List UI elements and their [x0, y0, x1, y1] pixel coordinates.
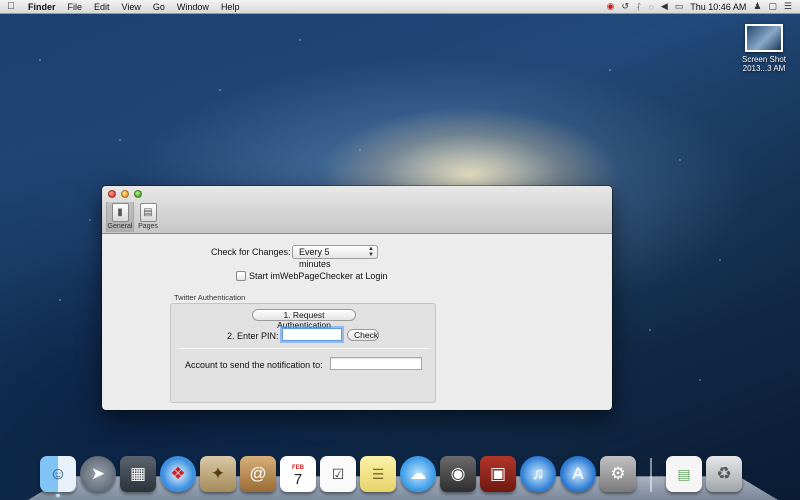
finder-icon[interactable]: ☺	[40, 456, 76, 497]
tab-general[interactable]: ▮ General	[106, 202, 134, 232]
check-interval-select[interactable]: Every 5 minutes ▲ ▼	[292, 245, 378, 269]
user-icon[interactable]: ♟	[753, 1, 761, 12]
select-arrows-icon: ▲ ▼	[368, 246, 374, 258]
apple-icon[interactable]: 	[0, 1, 22, 12]
calendar-day: 7	[293, 471, 303, 488]
dock-separator	[650, 458, 652, 492]
document-icon[interactable]: ▤	[666, 456, 702, 492]
close-button[interactable]	[108, 190, 116, 198]
time-machine-icon[interactable]: ↺	[622, 1, 630, 12]
eye-icon[interactable]: ◉	[607, 1, 615, 12]
safari-icon[interactable]: ❖	[160, 456, 196, 492]
twitter-auth-group: 1. Request Authentication 2. Enter PIN: …	[170, 303, 436, 403]
desktop-file-name-line2: 2013...3 AM	[742, 64, 786, 73]
menu-view[interactable]: View	[116, 0, 147, 14]
facetime-icon[interactable]: ◉	[440, 456, 476, 492]
app-store-icon[interactable]: A	[560, 456, 596, 492]
calendar-icon[interactable]: FEB 7	[280, 456, 316, 492]
running-indicator	[56, 494, 60, 497]
notes-icon[interactable]: ☰	[360, 456, 396, 492]
minimize-button[interactable]	[121, 190, 129, 198]
twitter-group-title: Twitter Authentication	[174, 293, 246, 302]
mail-icon[interactable]: ✦	[200, 456, 236, 492]
check-for-changes-label: Check for Changes:	[211, 247, 291, 257]
menu-help[interactable]: Help	[215, 0, 246, 14]
window-controls	[108, 190, 142, 198]
menu-window[interactable]: Window	[171, 0, 215, 14]
enter-pin-label: 2. Enter PIN:	[227, 331, 279, 341]
bluetooth-icon[interactable]: ᛮ	[636, 2, 641, 12]
zoom-button[interactable]	[134, 190, 142, 198]
battery-icon[interactable]: ▭	[675, 1, 684, 12]
airplay-icon[interactable]: ▢	[768, 1, 777, 12]
window-toolbar: ▮ General ▤ Pages	[102, 186, 612, 234]
page-icon: ▤	[139, 203, 157, 222]
desktop-file-screenshot[interactable]: Screen Shot 2013...3 AM	[735, 24, 793, 73]
check-button[interactable]: Check	[347, 329, 379, 341]
contacts-icon[interactable]: @	[240, 456, 276, 492]
general-pane: Check for Changes: Every 5 minutes ▲ ▼ St…	[102, 234, 612, 410]
account-label: Account to send the notification to:	[185, 360, 323, 370]
clock[interactable]: Thu 10:46 AM	[690, 2, 746, 12]
trash-icon[interactable]: ♻	[706, 456, 742, 492]
system-preferences-icon[interactable]: ⚙	[600, 456, 636, 492]
info-switch-icon: ▮	[111, 203, 129, 222]
group-separator	[179, 348, 429, 349]
start-at-login-checkbox[interactable]	[236, 271, 246, 281]
volume-icon[interactable]: ◀	[661, 1, 668, 12]
desktop-file-name-line1: Screen Shot	[741, 55, 787, 64]
screenshot-thumbnail-icon	[745, 24, 783, 52]
start-at-login-label: Start imWebPageChecker at Login	[249, 271, 388, 281]
menu-edit[interactable]: Edit	[88, 0, 116, 14]
request-authentication-button[interactable]: 1. Request Authentication	[252, 309, 356, 330]
status-area: ◉ ↺ ᛮ ◌ ◀ ▭ Thu 10:46 AM ♟ ▢ ☰	[607, 1, 800, 12]
preferences-tabs: ▮ General ▤ Pages	[106, 202, 162, 232]
account-field[interactable]	[330, 357, 422, 370]
dock: ☺ ➤ ▦ ❖ ✦ @ FEB 7 ☑ ☰ ☁ ◉ ▣ ♫ A ⚙ ▤ ♻	[40, 450, 770, 497]
menu-app-name[interactable]: Finder	[22, 0, 62, 14]
menu-bar:  Finder File Edit View Go Window Help ◉…	[0, 0, 800, 14]
tab-pages[interactable]: ▤ Pages	[134, 202, 162, 232]
itunes-icon[interactable]: ♫	[520, 456, 556, 492]
pin-field[interactable]	[282, 328, 342, 341]
photo-booth-icon[interactable]: ▣	[480, 456, 516, 492]
wifi-icon[interactable]: ◌	[648, 2, 653, 12]
preferences-window: ▮ General ▤ Pages Check for Changes: Eve…	[102, 186, 612, 410]
tab-general-label: General	[107, 223, 133, 230]
messages-icon[interactable]: ☁	[400, 456, 436, 492]
reminders-icon[interactable]: ☑	[320, 456, 356, 492]
list-icon[interactable]: ☰	[784, 1, 792, 12]
check-interval-value: Every 5 minutes	[299, 247, 331, 269]
menu-file[interactable]: File	[62, 0, 89, 14]
tab-pages-label: Pages	[138, 223, 158, 230]
mission-control-icon[interactable]: ▦	[120, 456, 156, 492]
launchpad-icon[interactable]: ➤	[80, 456, 116, 492]
menu-go[interactable]: Go	[147, 0, 171, 14]
